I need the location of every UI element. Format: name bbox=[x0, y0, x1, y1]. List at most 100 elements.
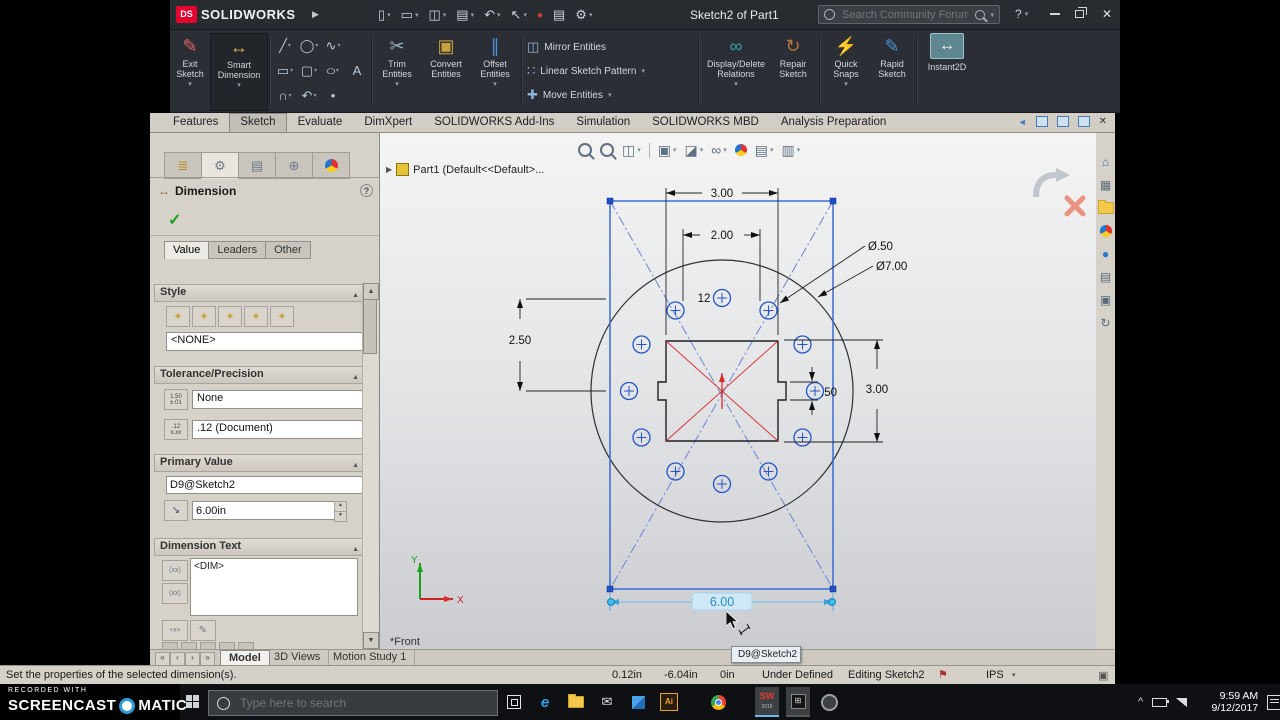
community-search-input[interactable] bbox=[840, 7, 971, 22]
select-button[interactable]: ↖ ▾ bbox=[508, 4, 530, 26]
dimension-value-field[interactable] bbox=[192, 501, 340, 520]
tab-scroll-last-icon[interactable]: » bbox=[200, 652, 215, 666]
file-explorer-taskbar-icon[interactable] bbox=[564, 688, 588, 716]
tab-evaluate[interactable]: Evaluate bbox=[287, 113, 354, 132]
scroll-up-icon[interactable]: ▲ bbox=[363, 283, 379, 300]
console-window-icon[interactable]: ⊞ bbox=[786, 687, 810, 717]
search-scope-caret[interactable]: ▾ bbox=[990, 11, 994, 19]
tab-sketch[interactable]: Sketch bbox=[229, 113, 287, 132]
dimension-name-field[interactable] bbox=[166, 476, 364, 494]
sketch-canvas[interactable]: 3.00 2.00 2.50 3.00 .50 Ø.50 Ø7.00 12 6.… bbox=[380, 133, 1096, 649]
toolbar-flyout-icon[interactable]: ▶ bbox=[312, 9, 319, 20]
select-flyout-caret[interactable]: ▾ bbox=[523, 11, 527, 19]
tab-features[interactable]: Features bbox=[162, 113, 229, 132]
smart-dimension-button[interactable]: ↔ Smart Dimension ▾ bbox=[210, 33, 268, 111]
configuration-manager-tab[interactable]: ▤ bbox=[238, 152, 276, 179]
doc-window-icon[interactable] bbox=[1035, 116, 1048, 127]
point-tool-button[interactable]: • bbox=[321, 83, 345, 108]
style-add-button[interactable]: ✦ bbox=[192, 306, 216, 327]
edge-icon[interactable]: e bbox=[533, 688, 557, 716]
tab-value[interactable]: Value bbox=[164, 241, 210, 259]
chrome-icon[interactable] bbox=[706, 688, 730, 716]
community-search-box[interactable]: ▾ bbox=[818, 5, 1000, 24]
offset-caret[interactable]: ▾ bbox=[493, 80, 497, 90]
arc-tool-button[interactable]: ∩ ▾ bbox=[273, 83, 297, 108]
style-load-button[interactable]: ✦ bbox=[270, 306, 294, 327]
undo-button[interactable]: ↶ ▾ bbox=[481, 4, 503, 26]
quick-snaps-caret[interactable]: ▾ bbox=[844, 80, 848, 90]
open-button[interactable]: ▭ ▾ bbox=[398, 4, 422, 26]
justify-button[interactable] bbox=[200, 642, 216, 649]
dimension-text-group-header[interactable]: Dimension Text ▲ bbox=[154, 538, 365, 556]
tab-scroll-prev-icon[interactable]: ‹ bbox=[170, 652, 185, 666]
primary-value-group-header[interactable]: Primary Value ▲ bbox=[154, 454, 365, 472]
forum-icon[interactable]: ▣ bbox=[1097, 291, 1114, 309]
justify-button[interactable] bbox=[238, 642, 254, 649]
exit-sketch-caret[interactable]: ▾ bbox=[188, 80, 192, 90]
mail-icon[interactable]: ✉ bbox=[595, 688, 619, 716]
exit-sketch-button[interactable]: ✎ Exit Sketch ▾ bbox=[172, 33, 208, 109]
add-symbol-button[interactable]: +x+ bbox=[162, 620, 188, 641]
taskbar-search-input[interactable] bbox=[238, 695, 489, 711]
tab-3d-views[interactable]: 3D Views bbox=[266, 650, 330, 666]
tab-analysis-preparation[interactable]: Analysis Preparation bbox=[770, 113, 897, 132]
graphics-area[interactable]: ◫ ▾ ▣ ▾ ◪ ▾ ∞ ▾ ▤ ▾ ▥ ▾ ▶ Part1 (Default<<Defa… bbox=[380, 133, 1096, 649]
task-view-icon[interactable] bbox=[502, 688, 526, 716]
custom-properties-icon[interactable]: ▤ bbox=[1097, 268, 1114, 286]
file-properties-button[interactable]: ▤ bbox=[550, 4, 568, 26]
options-flyout-caret[interactable]: ▾ bbox=[589, 11, 593, 19]
open-flyout-caret[interactable]: ▾ bbox=[415, 11, 419, 19]
fillet-tool-button[interactable]: ↶ ▾ bbox=[297, 83, 321, 108]
view-palette-icon[interactable] bbox=[1097, 222, 1114, 240]
trim-caret[interactable]: ▾ bbox=[395, 80, 399, 90]
spinner-up-icon[interactable]: ▲ bbox=[334, 501, 347, 512]
scrollbar-thumb[interactable] bbox=[363, 299, 377, 354]
edit-symbol-button[interactable]: ✎ bbox=[190, 620, 216, 641]
mirror-entities-button[interactable]: ◫ Mirror Entities bbox=[527, 37, 606, 57]
appearances-icon[interactable]: ● bbox=[1097, 245, 1114, 263]
close-document-icon[interactable]: ✕ bbox=[1099, 116, 1107, 127]
tolerance-group-header[interactable]: Tolerance/Precision ▲ bbox=[154, 366, 365, 384]
recycle-icon[interactable]: ↻ bbox=[1097, 314, 1114, 332]
collapse-chevron-icon[interactable]: ▲ bbox=[352, 371, 359, 385]
tab-mbd[interactable]: SOLIDWORKS MBD bbox=[641, 113, 770, 132]
print-flyout-caret[interactable]: ▾ bbox=[471, 11, 475, 19]
taskbar-search-box[interactable] bbox=[208, 690, 498, 716]
start-button[interactable] bbox=[186, 695, 199, 708]
new-flyout-caret[interactable]: ▾ bbox=[387, 11, 391, 19]
task-pane-toggle-icon[interactable]: ▣ bbox=[1098, 669, 1108, 682]
dim-text-token-button[interactable]: (xx) bbox=[162, 560, 188, 581]
pattern-count-label[interactable]: 12 bbox=[698, 293, 711, 305]
help-caret[interactable]: ▾ bbox=[1025, 10, 1029, 18]
file-explorer-icon[interactable] bbox=[1097, 199, 1114, 217]
minimize-button[interactable] bbox=[1050, 13, 1060, 15]
cancel-sketch-icon[interactable] bbox=[1064, 195, 1086, 217]
doc-window-icon[interactable] bbox=[1056, 116, 1069, 127]
save-button[interactable]: ◫ ▾ bbox=[425, 4, 449, 26]
line-tool-button[interactable]: ╱ ▾ bbox=[273, 33, 297, 58]
dimension-text-area[interactable]: <DIM> bbox=[190, 558, 358, 616]
print-button[interactable]: ▤ ▾ bbox=[453, 4, 477, 26]
tab-scroll-next-icon[interactable]: › bbox=[185, 652, 200, 666]
property-manager-tab[interactable]: ⚙ bbox=[201, 152, 239, 179]
relations-caret[interactable]: ▾ bbox=[734, 80, 738, 90]
slot-tool-button[interactable]: ▢ ▾ bbox=[297, 58, 321, 83]
network-icon[interactable] bbox=[1176, 697, 1188, 707]
justify-button[interactable] bbox=[162, 642, 178, 649]
justify-button[interactable] bbox=[181, 642, 197, 649]
dimension-overall-width-selected[interactable]: 6.00 bbox=[607, 592, 836, 611]
tolerance-dropdown[interactable]: None▼ bbox=[192, 390, 378, 409]
style-group-header[interactable]: Style ▲ bbox=[154, 284, 365, 302]
collapse-chevron-icon[interactable]: ▲ bbox=[352, 289, 359, 303]
scroll-down-icon[interactable]: ▼ bbox=[363, 632, 379, 649]
rebuild-button[interactable]: ● bbox=[534, 4, 546, 26]
dimension-hole-spacing[interactable]: 2.00 bbox=[682, 229, 761, 301]
tab-motion-study-1[interactable]: Motion Study 1 bbox=[325, 650, 416, 666]
dimension-circle-diameter[interactable]: Ø7.00 bbox=[817, 261, 907, 298]
move-caret[interactable]: ▾ bbox=[608, 91, 612, 99]
smart-dimension-caret[interactable]: ▾ bbox=[237, 81, 241, 91]
panel-help-icon[interactable]: ? bbox=[360, 184, 373, 197]
undo-flyout-caret[interactable]: ▾ bbox=[497, 11, 501, 19]
style-apply-default-button[interactable]: ✦ bbox=[166, 306, 190, 327]
linear-sketch-pattern-button[interactable]: ∷ Linear Sketch Pattern ▾ bbox=[527, 61, 645, 81]
